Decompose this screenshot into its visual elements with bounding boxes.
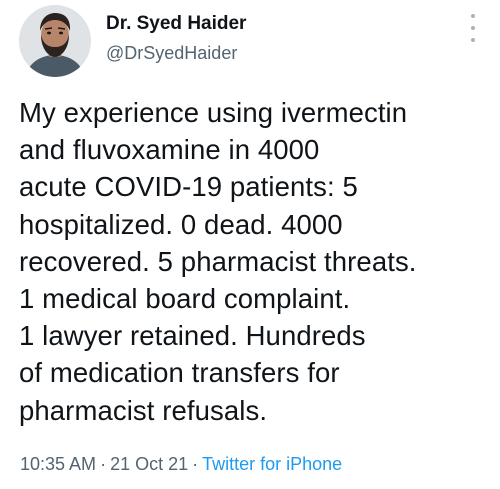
tweet-text-line: and fluvoxamine in 4000 [19, 134, 320, 166]
author-display-name[interactable]: Dr. Syed Haider [106, 12, 246, 36]
tweet-text-line: pharmacist refusals. [19, 394, 268, 426]
tweet-date[interactable]: 21 Oct 21 [110, 454, 188, 474]
tweet-text-line: 1 lawyer retained. Hundreds [19, 320, 366, 352]
tweet-text-line: acute COVID-19 patients: 5 [19, 171, 358, 203]
tweet-text-line: 1 medical board complaint. [19, 283, 351, 315]
more-options-icon[interactable] [468, 14, 478, 42]
tweet-text-line: recovered. 5 pharmacist threats. [19, 245, 417, 277]
tweet-source-link[interactable]: Twitter for iPhone [202, 454, 342, 474]
more-dot [471, 26, 475, 30]
meta-separator: · [100, 454, 107, 474]
tweet-text: My experience using ivermectin and fluvo… [19, 94, 489, 429]
tweet-text-line: My experience using ivermectin [19, 97, 408, 128]
avatar-photo-icon [19, 5, 91, 77]
more-dot [471, 14, 475, 18]
author-block: Dr. Syed Haider @DrSyedHaider [106, 12, 246, 64]
tweet-text-line: of medication transfers for [19, 357, 340, 389]
author-handle[interactable]: @DrSyedHaider [106, 42, 246, 64]
tweet-time[interactable]: 10:35 AM [20, 454, 96, 474]
tweet-meta: 10:35 AM · 21 Oct 21 · Twitter for iPhone [20, 452, 342, 476]
avatar[interactable] [19, 5, 91, 77]
meta-separator: · [192, 454, 199, 474]
more-dot [471, 38, 475, 42]
tweet-text-line: hospitalized. 0 dead. 4000 [19, 208, 343, 240]
tweet-card: Dr. Syed Haider @DrSyedHaider My experie… [0, 0, 500, 489]
